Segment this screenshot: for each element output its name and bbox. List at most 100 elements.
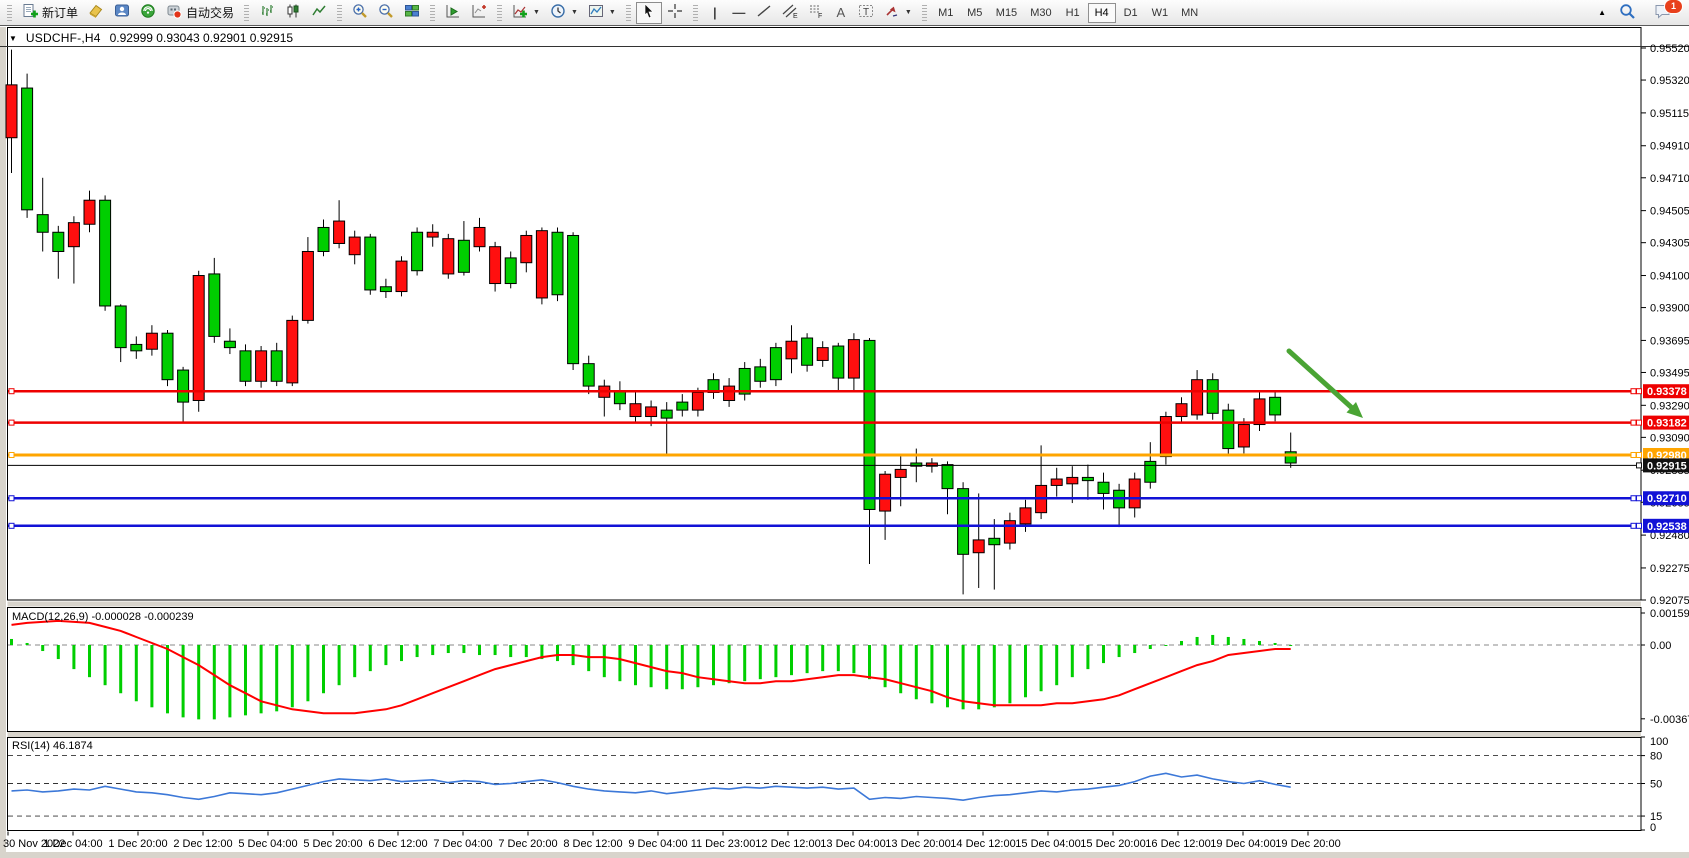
timeframe-button-W1[interactable]: W1 [1146,3,1175,23]
toolbar-grip[interactable] [922,5,927,21]
horizontal-line-button[interactable]: — [727,2,751,24]
candle [490,247,501,284]
candle [178,370,189,402]
macd-pane[interactable] [8,608,1642,732]
rsi-axis-label: 0 [1650,822,1656,834]
autotrading-icon [166,3,182,22]
candles-type-button[interactable] [280,2,306,24]
crosshair-button[interactable] [662,2,688,24]
line-anchor-handle[interactable] [9,523,14,528]
time-axis-label: 19 Dec 04:00 [1210,838,1275,850]
candle [100,200,111,306]
line-anchor-handle[interactable] [9,452,14,457]
toolbar-grip[interactable] [7,5,12,21]
crosshair-icon [667,3,683,22]
zoom-out-button[interactable] [373,2,399,24]
line-anchor-handle[interactable] [9,420,14,425]
toolbar-grip[interactable] [626,5,631,21]
candle [1238,425,1249,447]
toolbar-grip[interactable] [693,5,698,21]
text-button[interactable]: A [829,2,853,24]
candle [1082,477,1093,480]
macd-histogram-bar [696,645,699,687]
search-button[interactable] [1614,2,1641,24]
time-axis-label: 12 Dec 12:00 [755,838,820,850]
timeframe-button-M1[interactable]: M1 [932,3,960,23]
toolbar-grip[interactable] [497,5,502,21]
macd-histogram-bar [260,645,263,713]
timeframe-button-M30[interactable]: M30 [1024,3,1057,23]
macd-histogram-bar [728,645,731,683]
time-axis-label: 13 Dec 04:00 [820,838,885,850]
autotrading-button[interactable]: 自动交易 [161,2,239,24]
arrow-objects-button[interactable]: ▼ [879,2,917,24]
timeframe-button-H1[interactable]: H1 [1059,3,1087,23]
rsi-value: 46.1874 [53,740,93,752]
macd-histogram-bar [447,645,450,653]
signals-button[interactable] [135,2,161,24]
macd-histogram-bar [119,645,122,693]
chart-collapse-icon[interactable]: ▼ [9,34,17,43]
line-anchor-handle[interactable] [9,389,14,394]
price-axis-label: 0.94305 [1650,238,1689,250]
time-axis-label: 1 Dec 20:00 [108,838,167,850]
line-anchor-handle[interactable] [1631,452,1636,457]
rsi-pane[interactable] [8,738,1642,831]
periods-caret-icon: ▼ [571,9,578,16]
toolbar-grip[interactable] [337,5,342,21]
time-axis-label: 5 Dec 20:00 [303,838,362,850]
candle [53,232,64,251]
line-anchor-handle[interactable] [1631,496,1636,501]
line-anchor-handle[interactable] [1631,389,1636,394]
timeframe-button-M15[interactable]: M15 [990,3,1023,23]
notifications-button[interactable]: 1 [1649,2,1677,24]
timeframe-button-D1[interactable]: D1 [1117,3,1145,23]
pane-splitter[interactable] [8,732,1642,737]
candle [474,227,485,246]
timeframe-button-MN[interactable]: MN [1175,3,1204,23]
auto-scroll-button[interactable] [440,2,466,24]
fibonacci-button[interactable]: F [803,2,829,24]
new-order-button[interactable]: 新订单 [17,2,83,24]
line-anchor-handle[interactable] [1631,523,1636,528]
text-label-button[interactable]: T [853,2,879,24]
candle [162,333,173,379]
time-axis-label: 16 Dec 12:00 [1145,838,1210,850]
toolbar-grip[interactable] [430,5,435,21]
indicators-button[interactable]: ▼ [507,2,545,24]
community-button[interactable] [109,2,135,24]
trendline-button[interactable] [751,2,777,24]
timeframe-button-H4[interactable]: H4 [1088,3,1116,23]
main-pane[interactable] [8,28,1642,601]
pane-splitter[interactable] [8,602,1642,607]
macd-histogram-bar [1227,637,1230,645]
macd-histogram-bar [962,645,965,709]
candle [895,469,906,477]
line-anchor-handle[interactable] [1631,420,1636,425]
chart-shift-button[interactable] [466,2,492,24]
candle [1270,397,1281,415]
zoom-in-button[interactable] [347,2,373,24]
templates-button[interactable]: ▼ [583,2,621,24]
price-box-connector [1637,389,1642,394]
timeframe-button-M5[interactable]: M5 [961,3,989,23]
macd-values: -0.000028 -0.000239 [91,611,193,623]
macd-histogram-bar [1008,645,1011,703]
cursor-icon [641,3,657,22]
cursor-button[interactable] [636,2,662,24]
styler-button[interactable] [83,2,109,24]
candle [770,348,781,380]
vertical-line-button[interactable]: | [703,2,727,24]
toolbar-grip[interactable] [244,5,249,21]
line-anchor-handle[interactable] [9,496,14,501]
tile-windows-button[interactable] [399,2,425,24]
candle [349,237,360,255]
periods-button[interactable]: ▼ [545,2,583,24]
bars-type-button[interactable] [254,2,280,24]
time-axis-label: 15 Dec 20:00 [1080,838,1145,850]
candle [880,474,891,511]
chart-canvas[interactable]: 0.955200.953200.951150.949100.947100.945… [0,0,1689,858]
price-axis-label: 0.95320 [1650,75,1689,87]
equidistant-channel-button[interactable]: E [777,2,803,24]
line-type-button[interactable] [306,2,332,24]
